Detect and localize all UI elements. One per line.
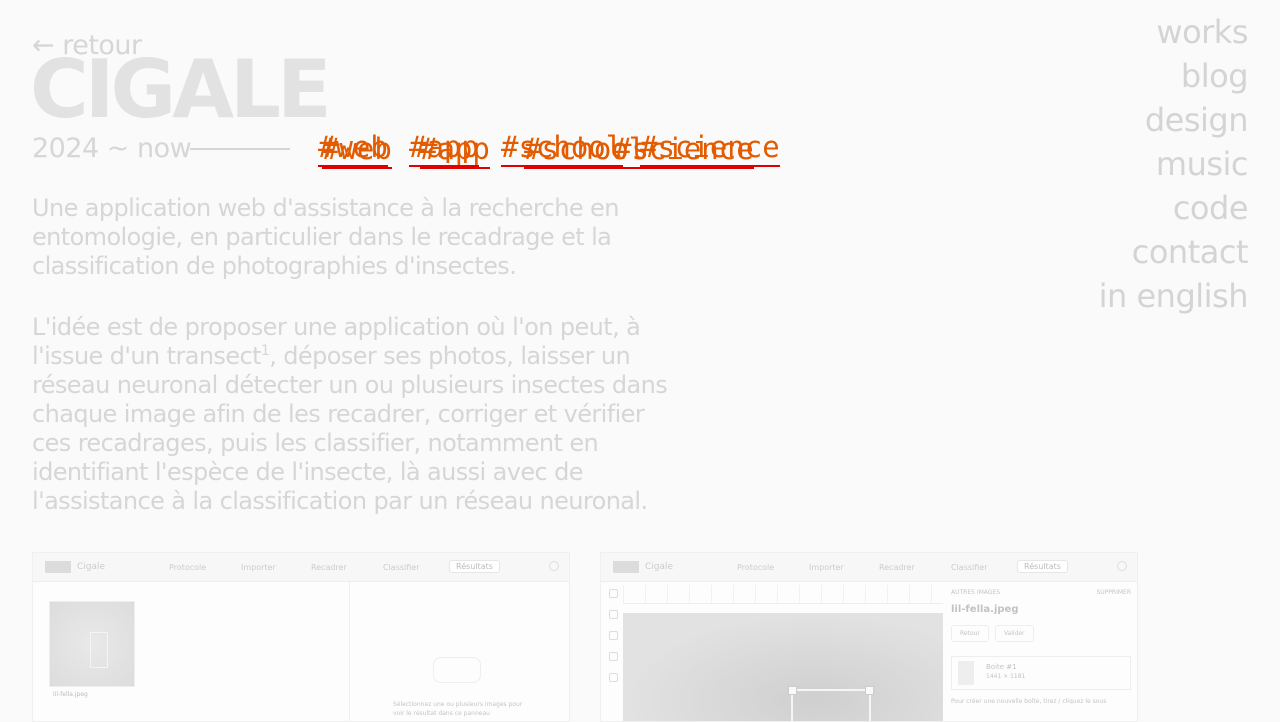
project-period: 2024 ~ now [32, 133, 192, 164]
step-importer: Importer [241, 563, 276, 572]
tool-column [605, 589, 621, 694]
step-classifier: Classifier [383, 563, 420, 572]
pan-tool-icon [609, 652, 618, 661]
app-header-bar: Cigale Protocole Importer Recadrer Class… [601, 553, 1137, 582]
select-tool-icon [609, 589, 618, 598]
crop-canvas-image [623, 613, 943, 721]
app-name: Cigale [645, 562, 674, 572]
add-box-tool-icon [609, 610, 618, 619]
nav-in-english[interactable]: in english [1099, 274, 1249, 318]
selection-box [788, 686, 874, 721]
nav-blog[interactable]: blog [1099, 54, 1249, 98]
main-nav: works blog design music code contact in … [1099, 10, 1249, 318]
nav-works[interactable]: works [1099, 10, 1248, 54]
step-resultats: Résultats [1017, 560, 1068, 573]
step-recadrer: Recadrer [879, 563, 915, 572]
validate-button: Valider [994, 625, 1034, 642]
app-screenshot-crop: Cigale Protocole Importer Recadrer Class… [600, 552, 1138, 722]
panel-hint: Pour créer une nouvelle boîte, tirez / c… [951, 698, 1107, 705]
crop-box [90, 632, 108, 668]
tag-link-science-overlap[interactable]: #science [614, 132, 754, 169]
cigale-logo-icon [613, 561, 639, 573]
thumbnail-caption: lil-fella.jpeg [53, 691, 88, 698]
nav-contact[interactable]: contact [1099, 230, 1249, 274]
step-protocole: Protocole [737, 563, 775, 572]
app-name: Cigale [77, 562, 106, 572]
tag-link-app-overlap[interactable]: #app [420, 132, 490, 169]
panel-divider [349, 581, 350, 721]
box-list-item: Boite #1 1441 × 1181 [951, 656, 1131, 690]
file-name: lil-fella.jpeg [951, 604, 1019, 615]
description-paragraph-1: Une application web d'assistance à la re… [32, 194, 619, 280]
project-title: CIGALE [30, 43, 332, 136]
nav-code[interactable]: code [1099, 186, 1249, 230]
cigale-logo-icon [45, 561, 71, 573]
step-resultats: Résultats [449, 560, 500, 573]
nav-music[interactable]: music [1099, 142, 1249, 186]
footnote-link[interactable]: 1 [261, 343, 270, 359]
empty-state-text: Sélectionnez une ou plusieurs images pou… [393, 701, 523, 717]
image-side-panel: AUTRES IMAGES SUPPRIMER lil-fella.jpeg R… [951, 589, 1131, 705]
period-divider [190, 148, 290, 150]
settings-icon [549, 561, 559, 571]
hand-tool-icon [609, 673, 618, 682]
insect-icon [433, 657, 481, 683]
settings-icon [1117, 561, 1127, 571]
step-classifier: Classifier [951, 563, 988, 572]
step-importer: Importer [809, 563, 844, 572]
nav-design[interactable]: design [1099, 98, 1249, 142]
box-thumbnail [958, 661, 974, 685]
zoom-tool-icon [609, 631, 618, 640]
step-recadrer: Recadrer [311, 563, 347, 572]
image-thumbnail [49, 601, 135, 687]
tag-list: #web #app #school #science #web #app #sc… [318, 130, 878, 170]
box-title: Boite #1 [986, 663, 1017, 671]
back-step-button: Retour [951, 625, 989, 642]
canvas-ruler [623, 585, 943, 604]
tag-link-web-overlap[interactable]: #web [322, 132, 392, 169]
box-size: 1441 × 1181 [986, 673, 1026, 680]
delete-label: SUPPRIMER [1096, 589, 1131, 596]
step-protocole: Protocole [169, 563, 207, 572]
panel-header: AUTRES IMAGES [951, 589, 1001, 596]
app-header-bar: Cigale Protocole Importer Recadrer Class… [33, 553, 569, 582]
app-screenshot-import: Cigale Protocole Importer Recadrer Class… [32, 552, 570, 722]
description-paragraph-2: L'idée est de proposer une application o… [32, 313, 672, 516]
